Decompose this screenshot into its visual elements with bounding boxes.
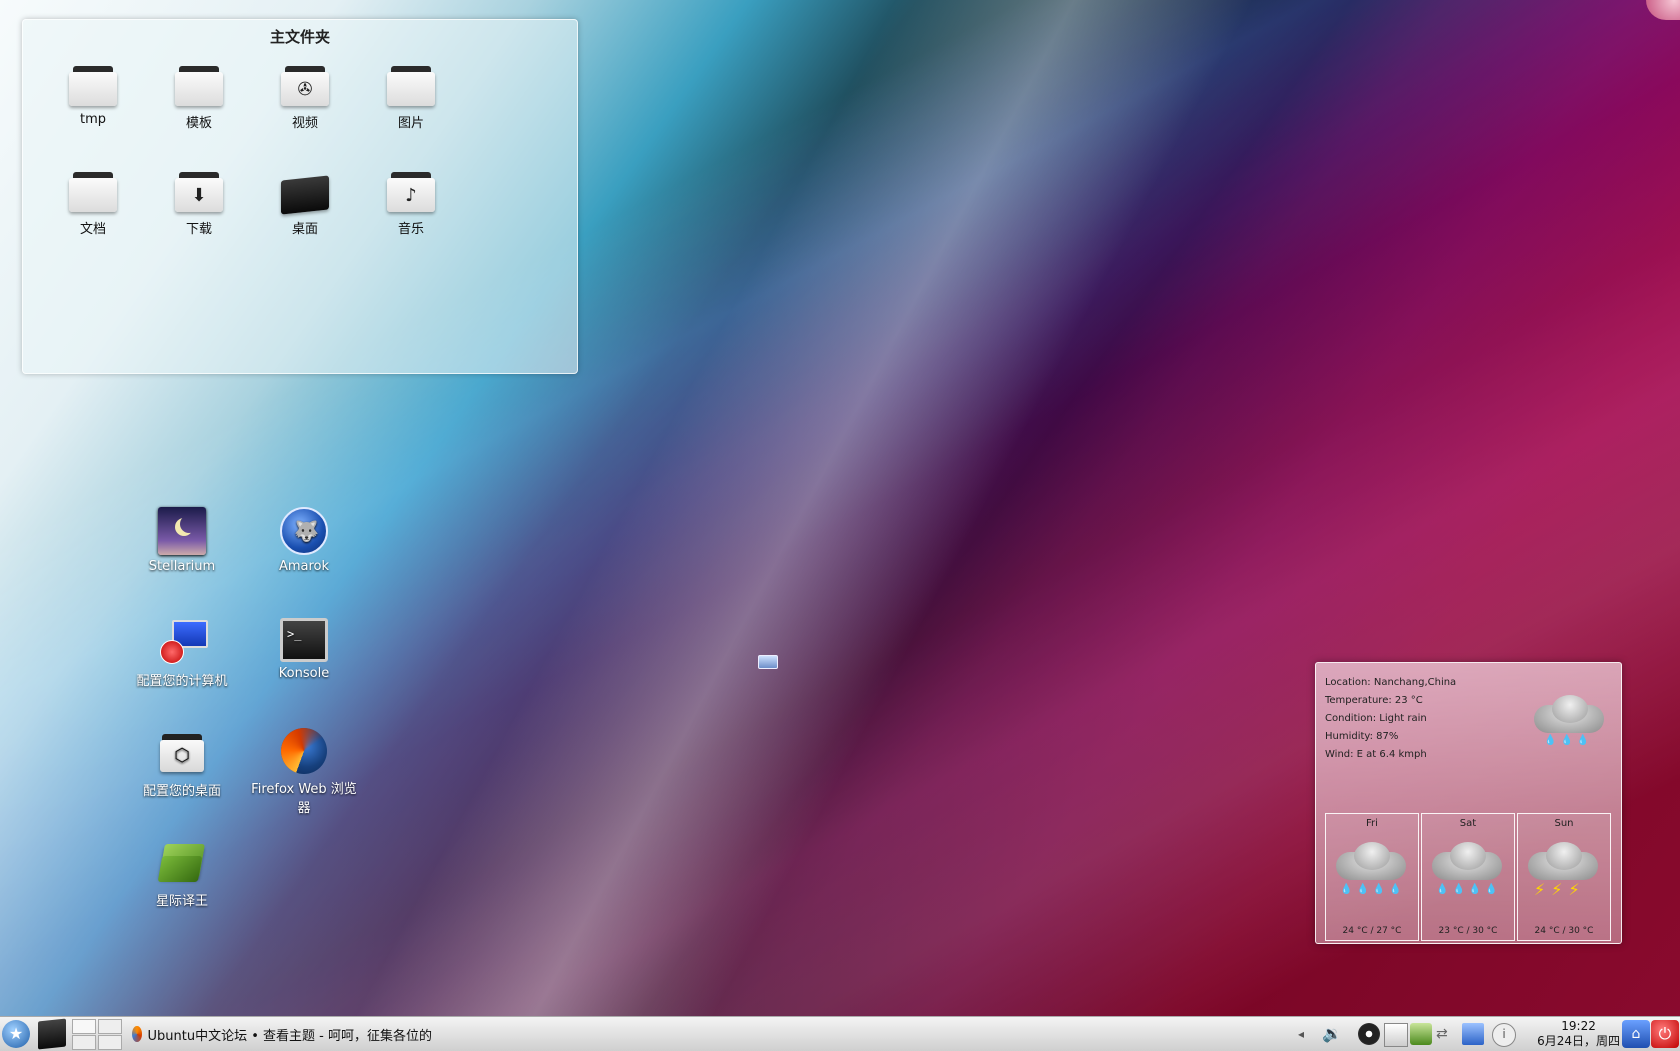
desktop-icon-label: Stellarium [148, 559, 216, 574]
weather-humidity: Humidity: 87% [1325, 731, 1399, 742]
network-icon[interactable]: ⇄ [1436, 1023, 1458, 1045]
window-thumbnail-icon[interactable] [758, 655, 778, 669]
forecast-day: Sun [1554, 818, 1574, 829]
rain-icon: 💧💧💧💧 [1332, 840, 1412, 910]
desktop-icon-system-settings[interactable]: 配置您的计算机 [127, 618, 237, 689]
desktop-settings-icon: ⬡ [158, 728, 206, 776]
weather-condition: Condition: Light rain [1325, 713, 1427, 724]
folder-item-downloads[interactable]: ⬇ 下载 [149, 172, 249, 237]
forecast-temps: 24 °C / 27 °C [1342, 926, 1402, 936]
folder-item-label: 视频 [291, 116, 318, 131]
folder-view-widget[interactable]: 主文件夹 tmp 模板 ✇ 视频 图片 文档 ⬇ 下载 桌面 ♪ 音乐 [22, 19, 578, 374]
forecast-sun: Sun ⚡⚡⚡ 24 °C / 30 °C [1517, 813, 1611, 941]
desktop-icon-label: 配置您的桌面 [142, 784, 221, 799]
forecast-sat: Sat 💧💧💧💧 23 °C / 30 °C [1421, 813, 1515, 941]
stardict-icon [157, 838, 206, 886]
folder-item-music[interactable]: ♪ 音乐 [361, 172, 461, 237]
forecast-temps: 24 °C / 30 °C [1534, 926, 1594, 936]
desktop-icon-konsole[interactable]: >_ Konsole [249, 618, 359, 681]
task-title: Ubuntu中文论坛 • 查看主题 - 呵呵，征集各位的 [147, 1028, 432, 1044]
desktop-icon-stellarium[interactable]: Stellarium [127, 507, 237, 574]
terminal-icon: >_ [280, 618, 328, 662]
current-rain-icon: 💧💧💧 [1530, 695, 1610, 757]
folder-item-videos[interactable]: ✇ 视频 [255, 66, 355, 131]
power-icon: ⏻ [1658, 1024, 1672, 1043]
taskbar-task-firefox[interactable]: Ubuntu中文论坛 • 查看主题 - 呵呵，征集各位的 [132, 1021, 432, 1047]
folder-item-label: 桌面 [291, 222, 318, 237]
digital-clock[interactable]: 19:22 6月24日，周四 [1537, 1019, 1620, 1049]
rain-icon: 💧💧💧💧 [1428, 840, 1508, 910]
firefox-icon [132, 1026, 142, 1042]
weather-wind: Wind: E at 6.4 kmph [1325, 749, 1427, 760]
camera-icon[interactable] [1358, 1023, 1380, 1045]
folder-item-tmp[interactable]: tmp [43, 66, 143, 127]
forecast-temps: 23 °C / 30 °C [1438, 926, 1498, 936]
weather-widget[interactable]: Location: Nanchang,China Temperature: 23… [1315, 662, 1622, 944]
firefox-icon [281, 728, 327, 774]
video-folder-icon: ✇ [281, 66, 329, 106]
clock-time: 19:22 [1561, 1019, 1596, 1033]
taskbar: ★ Ubuntu中文论坛 • 查看主题 - 呵呵，征集各位的 ◂ 🔉 ⇄ i 1… [0, 1016, 1680, 1051]
desktop-icon-label: 配置您的计算机 [136, 674, 228, 689]
show-desktop-button[interactable] [38, 1018, 66, 1050]
forecast-day: Fri [1366, 818, 1378, 829]
clipboard-icon[interactable] [1384, 1023, 1408, 1047]
folder-item-label: 下载 [185, 222, 212, 237]
clock-date: 6月24日，周四 [1537, 1034, 1620, 1048]
download-folder-icon: ⬇ [175, 172, 223, 212]
desktop-icon-label: 星际译王 [155, 894, 208, 909]
pager[interactable] [72, 1019, 122, 1050]
forecast-fri: Fri 💧💧💧💧 24 °C / 27 °C [1325, 813, 1419, 941]
music-folder-icon: ♪ [387, 172, 435, 212]
lock-icon: ⌂ [1631, 1026, 1641, 1042]
info-icon[interactable]: i [1492, 1023, 1516, 1047]
pager-desktop-2[interactable] [98, 1019, 122, 1034]
application-launcher-button[interactable]: ★ [2, 1020, 30, 1048]
desktop-icon-firefox[interactable]: Firefox Web 浏览器 [249, 728, 359, 816]
folder-item-desktop[interactable]: 桌面 [255, 172, 355, 237]
update-notifier-icon[interactable] [1462, 1023, 1484, 1045]
forecast-day: Sat [1459, 818, 1477, 829]
dictionary-tray-icon[interactable] [1410, 1023, 1432, 1045]
pager-desktop-4[interactable] [98, 1035, 122, 1050]
star-icon: ★ [8, 1024, 24, 1043]
desktop-icon-label: Konsole [278, 666, 330, 681]
lock-screen-button[interactable]: ⌂ [1622, 1020, 1650, 1048]
folder-item-label: 图片 [397, 116, 424, 131]
pager-desktop-1[interactable] [72, 1019, 96, 1034]
stellarium-icon [158, 507, 206, 555]
weather-temperature: Temperature: 23 °C [1325, 695, 1423, 706]
desktop-icon-label: Amarok [278, 559, 330, 574]
folder-icon [387, 66, 435, 106]
folder-item-templates[interactable]: 模板 [149, 66, 249, 131]
folder-item-label: 文档 [79, 222, 106, 237]
folder-icon [69, 172, 117, 212]
pager-desktop-3[interactable] [72, 1035, 96, 1050]
folder-icon [69, 66, 117, 106]
thunderstorm-icon: ⚡⚡⚡ [1524, 840, 1604, 910]
volume-icon[interactable]: 🔉 [1322, 1023, 1344, 1045]
desktop-icon-amarok[interactable]: 🐺 Amarok [249, 507, 359, 574]
desktop-icon-desktop-settings[interactable]: ⬡ 配置您的桌面 [127, 728, 237, 799]
folder-item-pictures[interactable]: 图片 [361, 66, 461, 131]
desktop-icon-stardict[interactable]: 星际译王 [127, 838, 237, 909]
tray-expand-icon[interactable]: ◂ [1298, 1023, 1320, 1045]
folder-view-title: 主文件夹 [269, 28, 330, 46]
amarok-icon: 🐺 [280, 507, 328, 555]
folder-icon [175, 66, 223, 106]
folder-item-label: tmp [79, 112, 106, 127]
desktop-folder-icon [281, 172, 329, 215]
weather-location: Location: Nanchang,China [1325, 677, 1457, 688]
folder-item-documents[interactable]: 文档 [43, 172, 143, 237]
folder-item-label: 音乐 [397, 222, 424, 237]
computer-settings-icon [158, 618, 208, 666]
folder-item-label: 模板 [185, 116, 212, 131]
shutdown-button[interactable]: ⏻ [1651, 1020, 1679, 1048]
desktop-icon-label: Firefox Web 浏览器 [251, 782, 357, 816]
